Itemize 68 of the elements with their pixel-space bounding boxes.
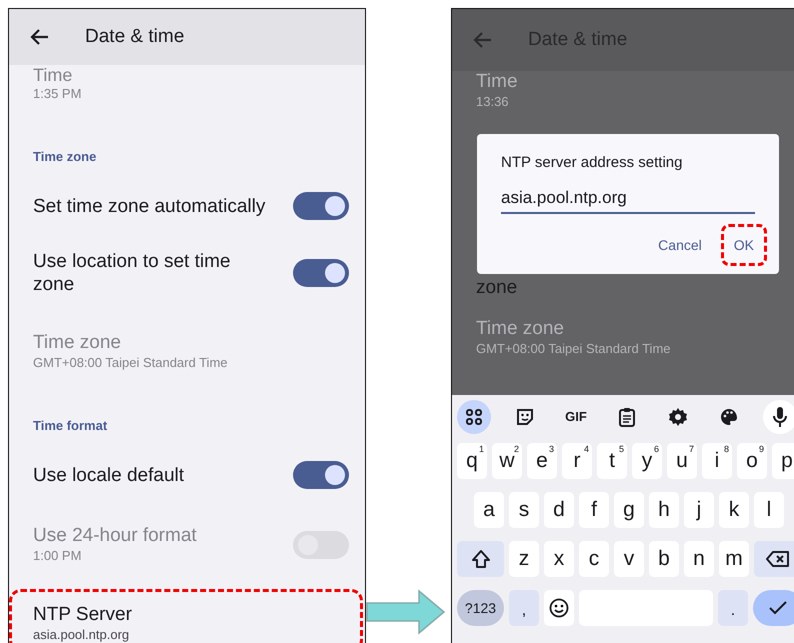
- setting-title: Use 24-hour format: [33, 524, 198, 547]
- key[interactable]: m: [719, 541, 749, 577]
- dialog-button[interactable]: OK: [720, 224, 767, 266]
- key[interactable]: n: [684, 541, 714, 577]
- key[interactable]: q$^{1}$: [457, 443, 487, 479]
- key[interactable]: s: [509, 492, 539, 528]
- setting-summary: asia.pool.ntp.org: [33, 626, 130, 643]
- key[interactable]: y$^{6}$: [632, 443, 662, 479]
- dialog-title: NTP server address setting: [501, 154, 684, 172]
- backspace-key[interactable]: [754, 541, 794, 577]
- key[interactable]: j: [684, 492, 714, 528]
- key[interactable]: d: [544, 492, 574, 528]
- screen-title: Date & time: [85, 26, 184, 48]
- setting-title[interactable]: NTP Server: [33, 603, 339, 626]
- key[interactable]: l: [754, 492, 784, 528]
- key[interactable]: ,: [509, 590, 539, 626]
- setting-title[interactable]: Use locale default: [33, 464, 269, 486]
- key[interactable]: k: [719, 492, 749, 528]
- gif-button[interactable]: GIF: [559, 400, 593, 434]
- setting-summary: 1:00 PM: [33, 547, 82, 565]
- setting-summary: 1:35 PM: [33, 85, 82, 103]
- setting-title[interactable]: Use location to set time zone: [33, 250, 269, 296]
- backspace-icon: [766, 550, 790, 568]
- key[interactable]: f: [579, 492, 609, 528]
- key[interactable]: .: [718, 590, 748, 626]
- dialog-button[interactable]: Cancel: [645, 224, 715, 266]
- key[interactable]: g: [614, 492, 644, 528]
- key[interactable]: t $^{5}$: [597, 443, 627, 479]
- checkmark-icon: [769, 601, 787, 615]
- toggle-switch[interactable]: [293, 259, 349, 287]
- key[interactable]: r $^{4}$: [562, 443, 592, 479]
- emoji-key[interactable]: [544, 590, 574, 626]
- key[interactable]: x: [544, 541, 574, 577]
- shift-key[interactable]: [457, 541, 504, 577]
- setting-summary: 13:36: [476, 93, 510, 111]
- back-arrow-icon[interactable]: [29, 28, 49, 46]
- toggle-switch[interactable]: [293, 192, 349, 220]
- setting-title: Time zone: [33, 331, 122, 354]
- key[interactable]: c: [579, 541, 609, 577]
- enter-key[interactable]: [753, 590, 794, 626]
- key[interactable]: h: [649, 492, 679, 528]
- key[interactable]: w$^{2}$: [492, 443, 522, 479]
- key[interactable]: u$^{7}$: [667, 443, 697, 479]
- key[interactable]: o$^{9}$: [737, 443, 767, 479]
- key[interactable]: p: [772, 443, 794, 479]
- setting-title: Time: [476, 71, 519, 93]
- section-header: Time format: [33, 418, 108, 433]
- microphone-icon[interactable]: [763, 400, 794, 434]
- key[interactable]: b: [649, 541, 679, 577]
- apps-grid-icon[interactable]: [457, 400, 491, 434]
- input-field[interactable]: asia.pool.ntp.org: [501, 186, 755, 214]
- setting-title: Time zone: [476, 317, 565, 340]
- key[interactable]: i $^{8}$: [702, 443, 732, 479]
- setting-summary: GMT+08:00 Taipei Standard Time: [33, 354, 229, 372]
- toggle-switch[interactable]: [293, 461, 349, 489]
- setting-title: Time: [33, 65, 74, 85]
- setting-summary: GMT+08:00 Taipei Standard Time: [476, 340, 672, 358]
- setting-title[interactable]: Set time zone automatically: [33, 194, 269, 218]
- shift-arrow-icon: [470, 549, 490, 569]
- symbols-key[interactable]: ?123: [457, 590, 504, 626]
- key[interactable]: e$^{3}$: [527, 443, 557, 479]
- key[interactable]: v: [614, 541, 644, 577]
- setting-title: zone: [476, 277, 518, 298]
- smiley-icon: [549, 598, 569, 618]
- section-header: Time zone: [33, 149, 96, 164]
- key[interactable]: a: [474, 492, 504, 528]
- pointer-arrow-icon: [366, 589, 446, 635]
- key[interactable]: z: [509, 541, 539, 577]
